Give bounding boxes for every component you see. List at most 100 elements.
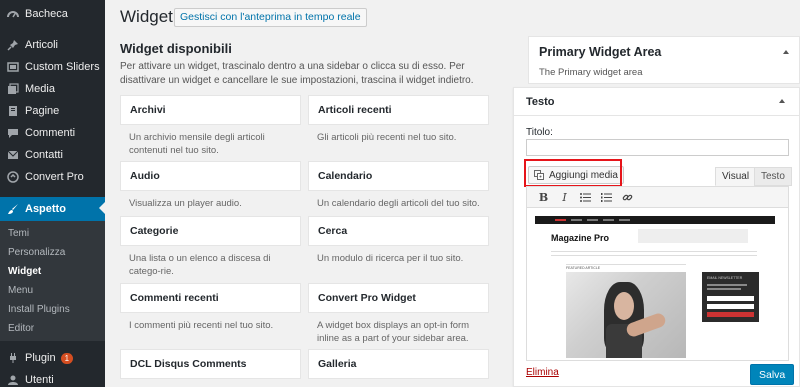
sidebar-item-bacheca[interactable]: Bacheca <box>0 3 105 25</box>
widget-archivi[interactable]: Archivi Un archivio mensile degli artico… <box>120 95 301 157</box>
widget-galleria[interactable]: Galleria <box>308 349 489 379</box>
submenu-item-widget[interactable]: Widget <box>0 262 105 281</box>
link-icon <box>622 194 633 200</box>
widget-title[interactable]: DCL Disqus Comments <box>120 349 301 379</box>
sidebar-item-label: Custom Sliders <box>25 61 100 73</box>
sidebar-item-convert-pro[interactable]: Convert Pro <box>0 166 105 188</box>
widget-title[interactable]: Archivi <box>120 95 301 125</box>
italic-button[interactable]: I <box>554 189 575 205</box>
sidebar-item-label: Bacheca <box>25 8 68 20</box>
sidebar-item-aspetto[interactable]: Aspetto <box>0 197 105 221</box>
sidebar-item-label: Media <box>25 83 55 95</box>
sidebar-item-media[interactable]: Media <box>0 78 105 100</box>
submenu-item-editor[interactable]: Editor <box>0 319 105 338</box>
preview-top-nav <box>535 216 775 224</box>
preview-featured-label: FEATURED ARTICLE <box>566 266 601 270</box>
sidebar-item-utenti[interactable]: Utenti <box>0 369 105 387</box>
sidebar-item-contatti[interactable]: Contatti <box>0 144 105 166</box>
brush-icon <box>6 202 20 216</box>
page-title: Widget <box>120 7 173 26</box>
widget-audio[interactable]: Audio Visualizza un player audio. <box>120 161 301 210</box>
dashboard-icon <box>6 7 20 21</box>
title-input[interactable] <box>526 139 789 156</box>
sidebar-item-label: Articoli <box>25 39 59 51</box>
widget-area-title: Primary Widget Area <box>539 45 662 59</box>
plug-icon <box>6 351 20 365</box>
widget-title[interactable]: Categorie <box>120 216 301 246</box>
save-button[interactable]: Salva <box>750 364 795 385</box>
submenu-item-install-plugins[interactable]: Install Plugins <box>0 300 105 319</box>
admin-sidebar: Bacheca Articoli Custom Sliders Media Pa… <box>0 0 105 387</box>
widget-title[interactable]: Convert Pro Widget <box>308 283 489 313</box>
widget-title[interactable]: Commenti recenti <box>120 283 301 313</box>
widget-categorie[interactable]: Categorie Una lista o un elenco a disces… <box>120 216 301 278</box>
submenu-item-personalizza[interactable]: Personalizza <box>0 243 105 262</box>
submenu-item-menu[interactable]: Menu <box>0 281 105 300</box>
tab-text[interactable]: Testo <box>754 167 792 186</box>
text-widget-header[interactable]: Testo <box>514 88 799 116</box>
widget-title[interactable]: Calendario <box>308 161 489 191</box>
widget-title[interactable]: Articoli recenti <box>308 95 489 125</box>
preview-divider <box>566 264 686 265</box>
bullet-list-icon <box>580 192 591 202</box>
title-field-label: Titolo: <box>526 127 553 138</box>
widget-area-description: The Primary widget area <box>539 67 643 78</box>
preview-newsletter-label: EMAIL NEWSLETTER <box>707 276 743 280</box>
delete-link[interactable]: Elimina <box>526 367 559 378</box>
bold-button[interactable]: B <box>533 189 554 205</box>
user-icon <box>6 373 20 387</box>
widget-title[interactable]: Galleria <box>308 349 489 379</box>
widget-calendario[interactable]: Calendario Un calendario degli articoli … <box>308 161 489 210</box>
preview-newsletter-box: EMAIL NEWSLETTER <box>702 272 759 322</box>
preview-featured-photo <box>566 272 686 358</box>
sidebar-item-plugin[interactable]: Plugin 1 <box>0 347 105 369</box>
widget-description: Un modulo di ricerca per il tuo sito. <box>317 253 464 264</box>
numbered-list-button[interactable] <box>596 189 617 205</box>
sidebar-item-label: Pagine <box>25 105 60 117</box>
sidebar-item-label: Contatti <box>25 149 63 161</box>
sidebar-item-custom-sliders[interactable]: Custom Sliders <box>0 56 105 78</box>
tab-visual[interactable]: Visual <box>715 167 757 186</box>
widget-description: Un calendario degli articoli del tuo sit… <box>317 198 480 209</box>
editor-content-area[interactable]: Magazine Pro FEATURED ARTICLE EMAIL NEWS… <box>526 208 789 361</box>
site-preview-image: Magazine Pro FEATURED ARTICLE EMAIL NEWS… <box>535 216 775 358</box>
preview-header-ad <box>638 229 748 243</box>
editor-toolbar: B I <box>526 186 789 208</box>
submenu-item-temi[interactable]: Temi <box>0 224 105 243</box>
link-button[interactable] <box>617 189 638 205</box>
preview-menu-bar <box>551 251 757 256</box>
sidebar-item-articoli[interactable]: Articoli <box>0 34 105 56</box>
primary-widget-area[interactable]: Primary Widget Area The Primary widget a… <box>528 36 800 84</box>
comment-icon <box>6 126 20 140</box>
mail-icon <box>6 148 20 162</box>
pin-icon <box>6 38 20 52</box>
sidebar-item-commenti[interactable]: Commenti <box>0 122 105 144</box>
convertpro-icon <box>6 170 20 184</box>
page-icon <box>6 104 20 118</box>
main-content: Widget Gestisci con l'anteprima in tempo… <box>105 0 800 387</box>
widget-description: Un archivio mensile degli articoli conte… <box>129 132 265 156</box>
widget-convert-pro[interactable]: Convert Pro Widget A widget box displays… <box>308 283 489 345</box>
available-widgets-title: Widget disponibili <box>120 41 232 56</box>
slider-icon <box>6 60 20 74</box>
aspetto-submenu: Temi Personalizza Widget Menu Install Pl… <box>0 221 105 341</box>
text-widget-panel: Testo Titolo: Aggiungi media Visual Test… <box>513 87 800 387</box>
widget-dcl-disqus[interactable]: DCL Disqus Comments <box>120 349 301 379</box>
widget-cerca[interactable]: Cerca Un modulo di ricerca per il tuo si… <box>308 216 489 265</box>
media-icon <box>6 82 20 96</box>
widget-description: Visualizza un player audio. <box>129 198 242 209</box>
widget-articoli-recenti[interactable]: Articoli recenti Gli articoli più recent… <box>308 95 489 144</box>
sidebar-item-pagine[interactable]: Pagine <box>0 100 105 122</box>
collapse-arrow-icon[interactable] <box>783 50 789 54</box>
sidebar-item-label: Convert Pro <box>25 171 84 183</box>
update-count-badge: 1 <box>60 352 74 364</box>
bullet-list-button[interactable] <box>575 189 596 205</box>
sidebar-item-label: Aspetto <box>25 203 66 215</box>
widget-title[interactable]: Cerca <box>308 216 489 246</box>
widget-commenti-recenti[interactable]: Commenti recenti I commenti più recenti … <box>120 283 301 332</box>
live-preview-button[interactable]: Gestisci con l'anteprima in tempo reale <box>174 8 367 27</box>
collapse-arrow-icon[interactable] <box>779 99 785 103</box>
widget-title[interactable]: Audio <box>120 161 301 191</box>
sidebar-item-label: Utenti <box>25 374 54 386</box>
widget-description: A widget box displays an opt-in form inl… <box>317 320 470 344</box>
